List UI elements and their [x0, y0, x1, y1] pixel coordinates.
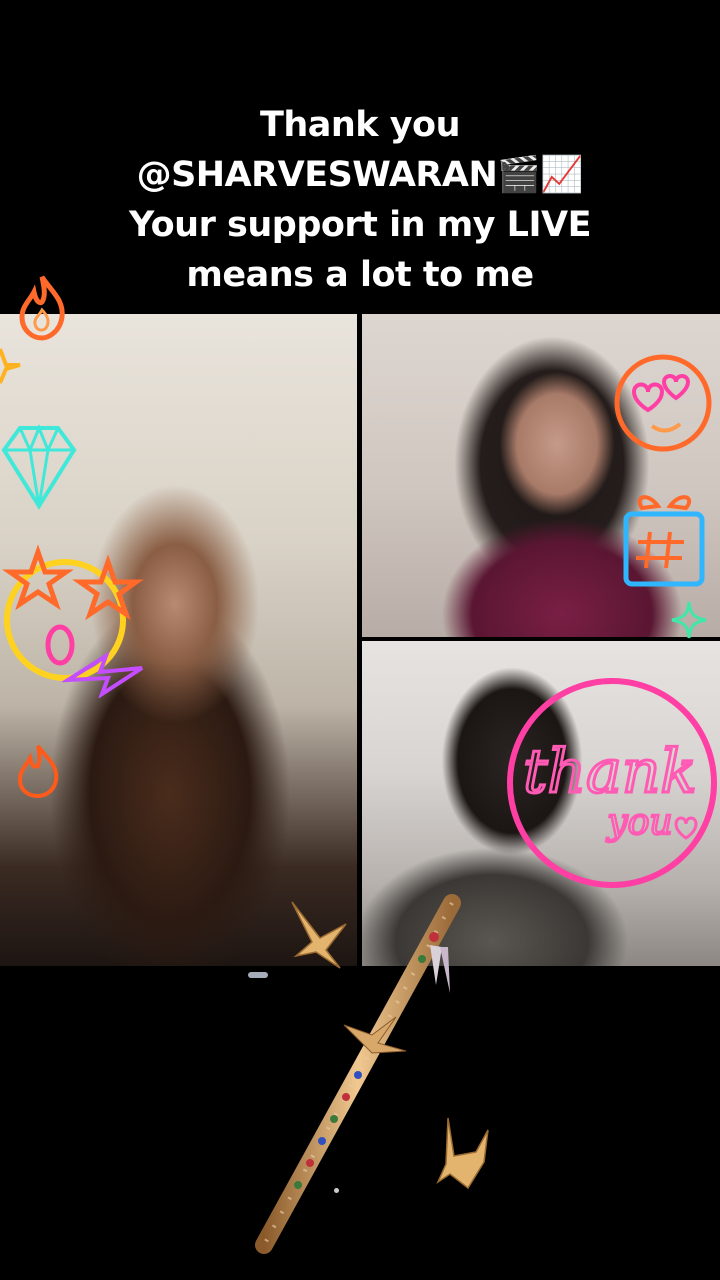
tile-divider-horizontal: [362, 637, 720, 641]
caption: Thank you @SHARVESWARAN🎬📈 Your support i…: [0, 100, 720, 300]
caption-line-3: Your support in my LIVE: [128, 205, 592, 245]
video-tile-guest-1[interactable]: [362, 314, 720, 637]
caption-line-2: @SHARVESWARAN🎬📈: [136, 155, 584, 195]
video-tile-host[interactable]: [0, 314, 357, 966]
sparkle-dot: [248, 972, 268, 978]
video-tile-guest-2[interactable]: [362, 641, 720, 966]
caption-line-4: means a lot to me: [186, 255, 534, 295]
paper-crane-icon-2: [436, 1117, 489, 1190]
caption-line-1: Thank you: [259, 105, 461, 145]
sparkle-dot: [334, 1188, 339, 1193]
